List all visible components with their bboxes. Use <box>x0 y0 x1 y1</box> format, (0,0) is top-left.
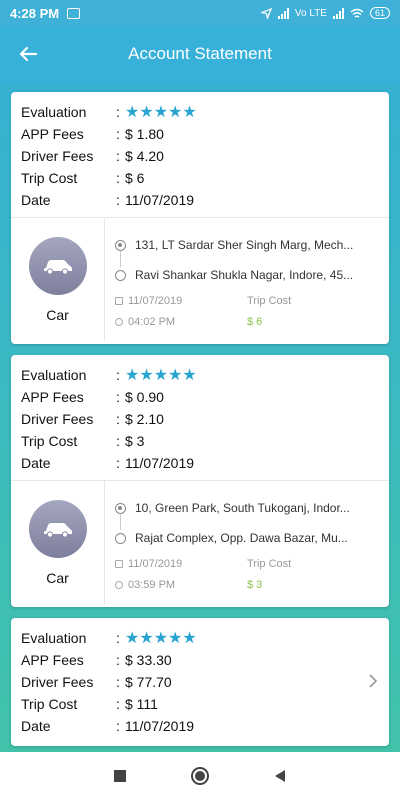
car-avatar <box>28 236 87 295</box>
date-label: Date <box>21 192 51 208</box>
signal-icon <box>277 7 289 19</box>
route-info: 131, LT Sardar Sher Singh Marg, Mech... … <box>105 218 389 341</box>
evaluation-label: Evaluation <box>21 367 87 383</box>
app-fees-label: APP Fees <box>21 126 84 142</box>
vehicle-info: Car <box>11 218 105 341</box>
trip-cost-label: Trip Cost <box>21 170 78 186</box>
location-arrow-icon <box>260 7 272 19</box>
app-fees-label: APP Fees <box>21 389 84 405</box>
evaluation-label: Evaluation <box>21 104 87 120</box>
calendar-icon <box>115 296 123 305</box>
dropoff-address: Ravi Shankar Shukla Nagar, Indore, 45... <box>135 268 354 282</box>
route-connector <box>120 514 121 530</box>
rating-stars: ★★★★★ <box>125 630 197 647</box>
arrow-left-icon <box>19 46 38 62</box>
rating-stars: ★★★★★ <box>125 104 197 121</box>
car-icon <box>43 259 72 275</box>
trip-price: $ 6 <box>247 315 263 328</box>
fee-summary: Evaluation: ★★★★★ APP Fees: $ 1.80 Driver … <box>11 92 389 217</box>
evaluation-label: Evaluation <box>21 630 87 646</box>
clock-icon <box>115 317 123 326</box>
vehicle-info: Car <box>11 481 105 604</box>
back-button[interactable] <box>14 40 42 68</box>
app-bar: Account Statement <box>0 26 400 82</box>
pickup-marker-icon <box>115 239 126 251</box>
notification-icon <box>67 7 81 19</box>
car-avatar <box>28 499 87 558</box>
back-nav-button[interactable] <box>265 761 295 791</box>
app-fees-value: $ 0.90 <box>125 389 164 405</box>
clock-icon <box>115 580 123 589</box>
dropoff-address: Rajat Complex, Opp. Dawa Bazar, Mu... <box>135 531 348 545</box>
fee-summary: Evaluation: ★★★★★ APP Fees: $ 0.90 Driver … <box>11 355 389 480</box>
date-value: 11/07/2019 <box>125 192 195 208</box>
trip-price: $ 3 <box>247 578 263 591</box>
status-bar: 4:28 PM Vo LTE 61 <box>0 0 400 26</box>
trip-cost-label: Trip Cost <box>21 696 78 712</box>
dropoff-marker-icon <box>115 269 126 281</box>
network-label: Vo LTE <box>294 7 327 19</box>
home-button[interactable] <box>185 761 215 791</box>
route-connector <box>120 251 121 267</box>
trip-cost-value: $ 111 <box>125 696 158 712</box>
trip-time: 03:59 PM <box>128 578 176 591</box>
fee-summary: Evaluation: ★★★★★ APP Fees: $ 33.30 Driver… <box>11 618 389 743</box>
date-label: Date <box>21 718 51 734</box>
route-info: 10, Green Park, South Tukoganj, Indor...… <box>105 481 389 604</box>
statement-card[interactable]: Evaluation: ★★★★★ APP Fees: $ 33.30 Driver… <box>11 618 389 746</box>
circle-icon <box>191 767 209 785</box>
driver-fees-label: Driver Fees <box>21 674 94 690</box>
triangle-back-icon <box>275 770 285 782</box>
driver-fees-label: Driver Fees <box>21 148 94 164</box>
trip-date: 11/07/2019 <box>128 557 183 570</box>
trip-cost-meta-label: Trip Cost <box>247 557 292 570</box>
pickup-marker-icon <box>115 502 126 514</box>
date-value: 11/07/2019 <box>125 718 195 734</box>
statement-card[interactable]: Evaluation: ★★★★★ APP Fees: $ 0.90 Driver … <box>11 355 389 607</box>
trip-time: 04:02 PM <box>128 315 176 328</box>
status-time: 4:28 PM <box>10 5 60 21</box>
date-label: Date <box>21 455 51 471</box>
dropoff-marker-icon <box>115 532 126 544</box>
trip-cost-value: $ 3 <box>125 433 145 449</box>
wifi-icon <box>350 8 364 18</box>
system-nav-bar <box>0 752 400 800</box>
vehicle-type: Car <box>46 306 69 323</box>
driver-fees-value: $ 2.10 <box>125 411 164 427</box>
driver-fees-label: Driver Fees <box>21 411 94 427</box>
statement-card[interactable]: Evaluation: ★★★★★ APP Fees: $ 1.80 Driver … <box>11 92 389 344</box>
pickup-address: 131, LT Sardar Sher Singh Marg, Mech... <box>135 238 354 252</box>
rating-stars: ★★★★★ <box>125 367 197 384</box>
pickup-address: 10, Green Park, South Tukoganj, Indor... <box>135 501 350 515</box>
calendar-icon <box>115 559 123 568</box>
trip-details: Car 131, LT Sardar Sher Singh Marg, Mech… <box>11 217 389 341</box>
app-fees-value: $ 1.80 <box>125 126 164 142</box>
driver-fees-value: $ 77.70 <box>125 674 172 690</box>
trip-cost-meta-label: Trip Cost <box>247 294 292 307</box>
driver-fees-value: $ 4.20 <box>125 148 164 164</box>
signal-icon-2 <box>332 7 344 19</box>
car-icon <box>43 522 72 538</box>
page-title: Account Statement <box>128 44 272 63</box>
date-value: 11/07/2019 <box>125 455 195 471</box>
square-icon <box>114 770 126 782</box>
trip-cost-label: Trip Cost <box>21 433 78 449</box>
battery-icon: 61 <box>369 7 390 19</box>
app-fees-value: $ 33.30 <box>125 652 172 668</box>
vehicle-type: Car <box>46 569 69 586</box>
trip-cost-value: $ 6 <box>125 170 145 186</box>
trip-details: Car 10, Green Park, South Tukoganj, Indo… <box>11 480 389 604</box>
app-fees-label: APP Fees <box>21 652 84 668</box>
chevron-right-icon[interactable] <box>367 673 379 689</box>
recent-apps-button[interactable] <box>105 761 135 791</box>
trip-date: 11/07/2019 <box>128 294 183 307</box>
